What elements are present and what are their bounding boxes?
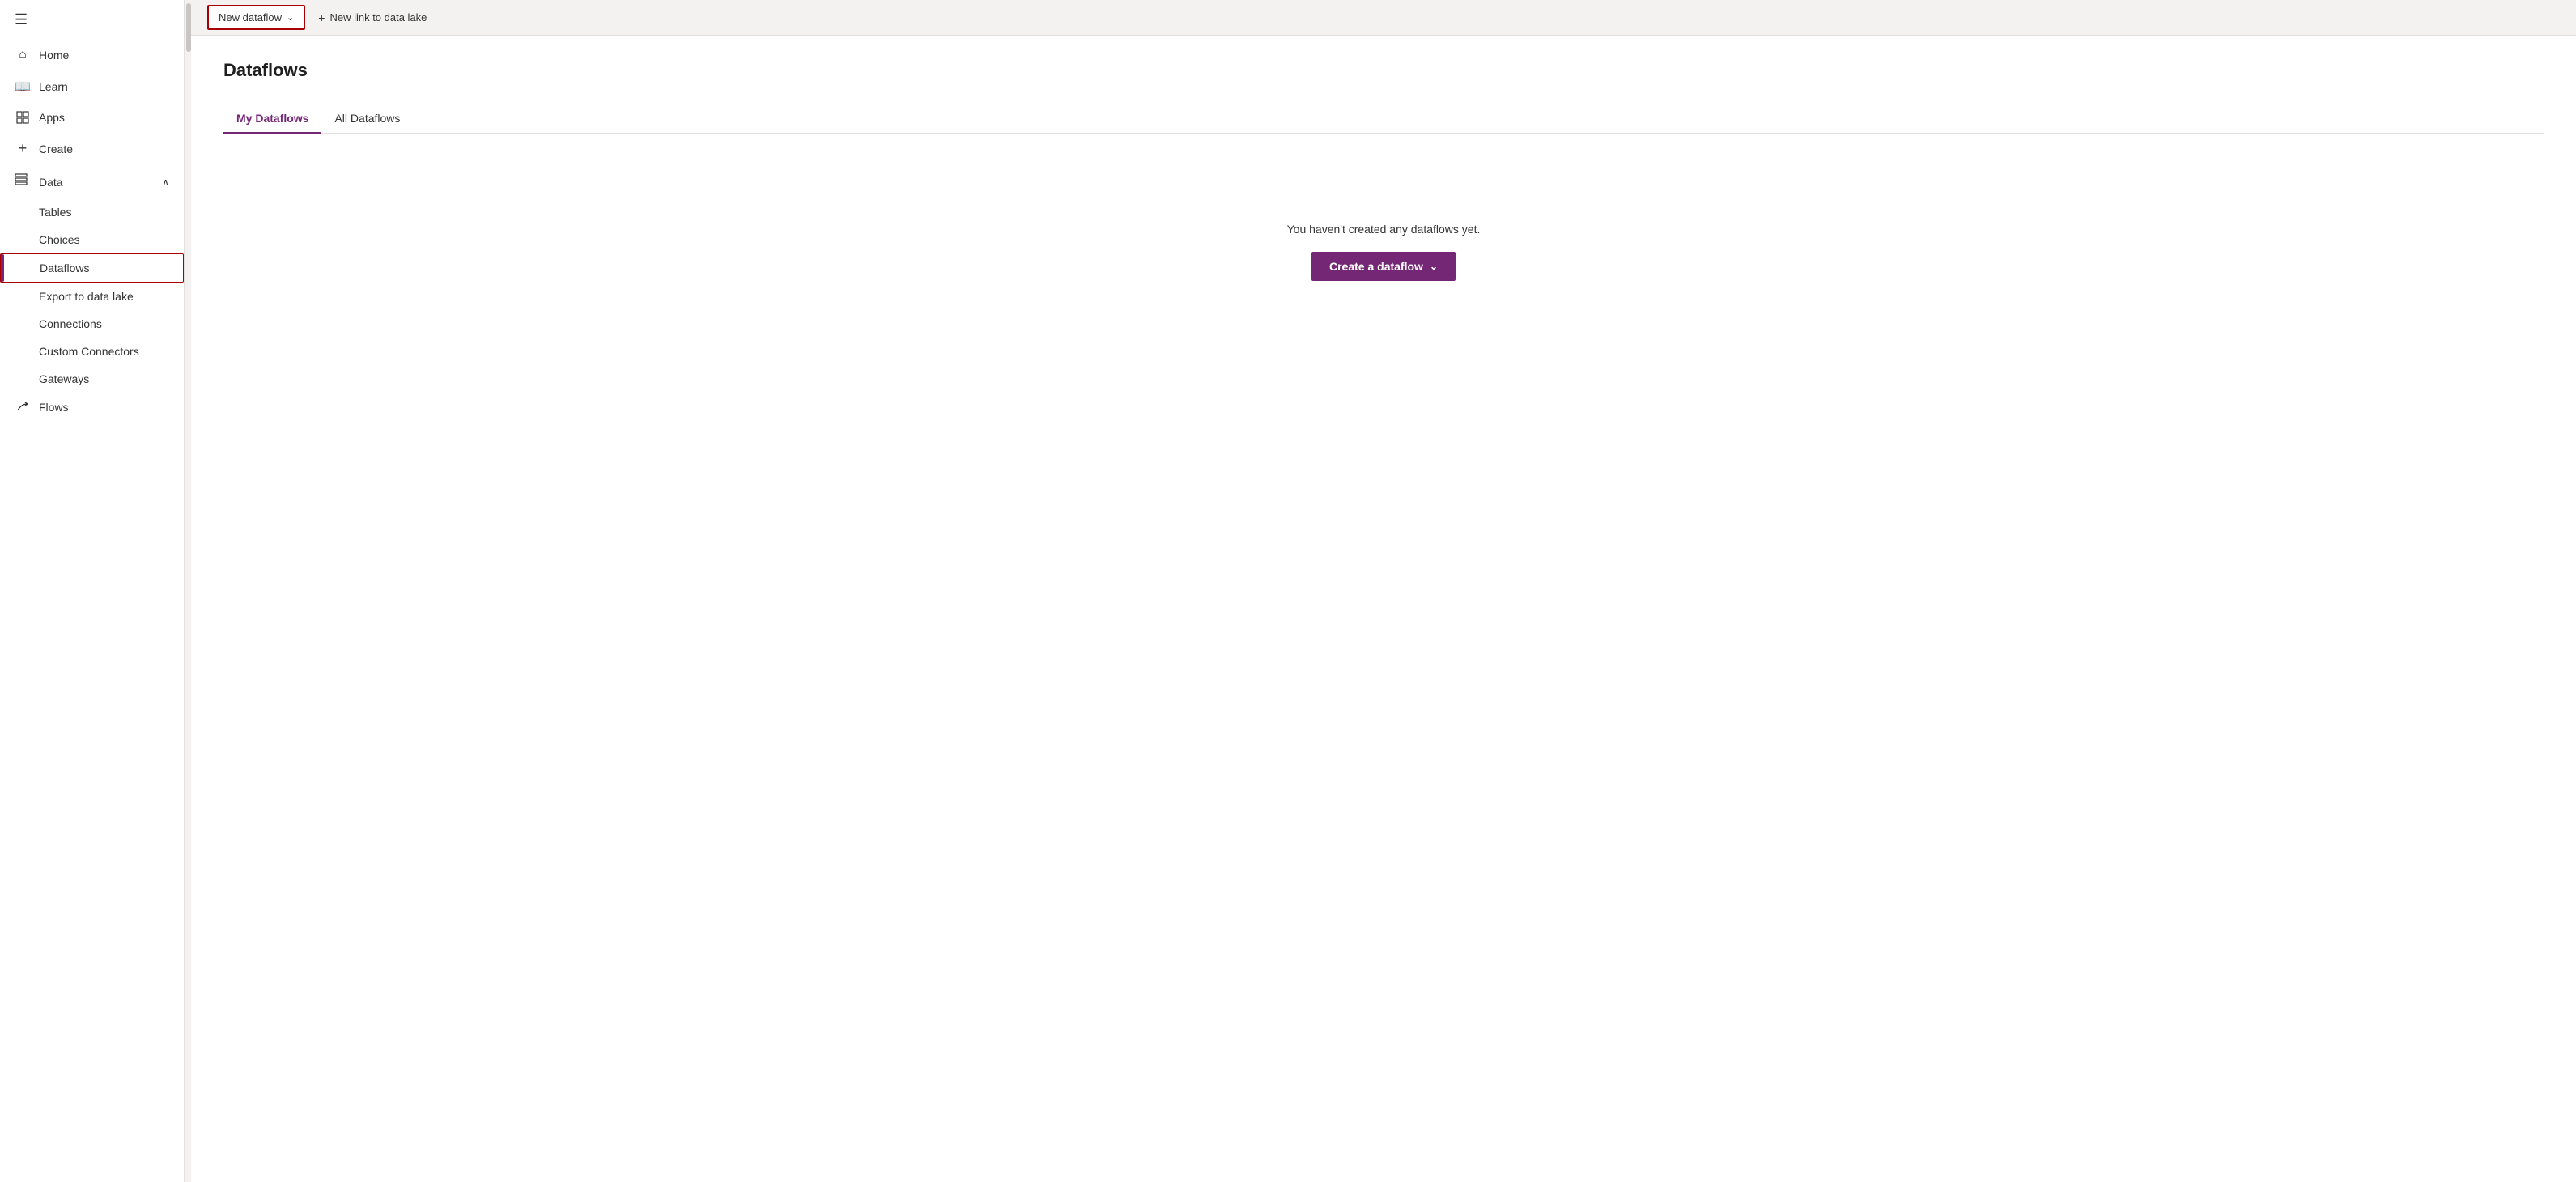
page-title: Dataflows [223, 60, 2544, 81]
tab-all-dataflows[interactable]: All Dataflows [321, 104, 413, 133]
hamburger-icon: ☰ [15, 11, 28, 28]
data-chevron-icon: ∧ [162, 176, 169, 188]
sidebar-sub-item-gateways[interactable]: Gateways [0, 365, 184, 393]
active-indicator-bar [1, 254, 4, 282]
sidebar: ☰ ⌂ Home 📖 Learn Apps + Create [0, 0, 185, 1182]
sidebar-sub-item-gateways-label: Gateways [39, 372, 89, 385]
sidebar-item-create-label: Create [39, 142, 73, 155]
create-dataflow-label: Create a dataflow [1329, 260, 1423, 273]
sidebar-sub-item-export[interactable]: Export to data lake [0, 283, 184, 310]
sidebar-sub-item-choices-label: Choices [39, 233, 80, 246]
sidebar-item-home[interactable]: ⌂ Home [0, 40, 184, 70]
tab-my-dataflows[interactable]: My Dataflows [223, 104, 321, 133]
create-icon: + [15, 140, 31, 157]
create-dataflow-arrow-icon: ⌄ [1430, 261, 1438, 272]
empty-state-message: You haven't created any dataflows yet. [1287, 223, 1481, 236]
sidebar-sub-item-custom-connectors-label: Custom Connectors [39, 345, 139, 358]
home-icon: ⌂ [15, 48, 31, 62]
hamburger-menu-button[interactable]: ☰ [0, 0, 184, 40]
sidebar-sub-item-tables[interactable]: Tables [0, 198, 184, 226]
new-link-plus-icon: + [318, 11, 325, 24]
sidebar-item-create[interactable]: + Create [0, 132, 184, 165]
page-content: Dataflows My Dataflows All Dataflows You… [191, 36, 2576, 1182]
scrollbar-thumb[interactable] [186, 3, 191, 52]
sidebar-sub-item-dataflows-label: Dataflows [40, 261, 89, 274]
data-icon [15, 173, 31, 190]
empty-state: You haven't created any dataflows yet. C… [223, 158, 2544, 346]
new-dataflow-dropdown-arrow-icon: ⌄ [287, 12, 294, 23]
toolbar: New dataflow ⌄ + New link to data lake [191, 0, 2576, 36]
sidebar-scrollbar[interactable] [185, 0, 191, 1182]
sidebar-sub-item-connections[interactable]: Connections [0, 310, 184, 338]
new-dataflow-button[interactable]: New dataflow ⌄ [207, 5, 305, 30]
flows-icon [15, 401, 31, 414]
sidebar-item-flows-label: Flows [39, 401, 69, 414]
apps-icon [15, 111, 31, 124]
sidebar-sub-item-dataflows[interactable]: Dataflows [0, 253, 184, 283]
tab-my-dataflows-label: My Dataflows [236, 112, 308, 125]
tabs-container: My Dataflows All Dataflows [223, 104, 2544, 134]
sidebar-item-data[interactable]: Data ∧ [0, 165, 184, 198]
sidebar-item-learn[interactable]: 📖 Learn [0, 70, 184, 103]
learn-icon: 📖 [15, 79, 31, 95]
new-link-to-data-lake-label: New link to data lake [329, 11, 427, 23]
tab-all-dataflows-label: All Dataflows [334, 112, 400, 125]
sidebar-item-data-label: Data [39, 176, 63, 189]
sidebar-sub-item-tables-label: Tables [39, 206, 71, 219]
sidebar-item-apps-label: Apps [39, 111, 65, 124]
sidebar-sub-item-connections-label: Connections [39, 317, 102, 330]
sidebar-item-home-label: Home [39, 49, 69, 62]
new-link-to-data-lake-button[interactable]: + New link to data lake [308, 6, 436, 29]
main-content: New dataflow ⌄ + New link to data lake D… [191, 0, 2576, 1182]
sidebar-sub-item-choices[interactable]: Choices [0, 226, 184, 253]
sidebar-item-flows[interactable]: Flows [0, 393, 184, 422]
sidebar-item-apps[interactable]: Apps [0, 103, 184, 132]
create-dataflow-button[interactable]: Create a dataflow ⌄ [1311, 252, 1456, 281]
new-dataflow-label: New dataflow [219, 11, 282, 23]
sidebar-sub-item-export-label: Export to data lake [39, 290, 134, 303]
sidebar-item-learn-label: Learn [39, 80, 68, 93]
sidebar-sub-item-custom-connectors[interactable]: Custom Connectors [0, 338, 184, 365]
